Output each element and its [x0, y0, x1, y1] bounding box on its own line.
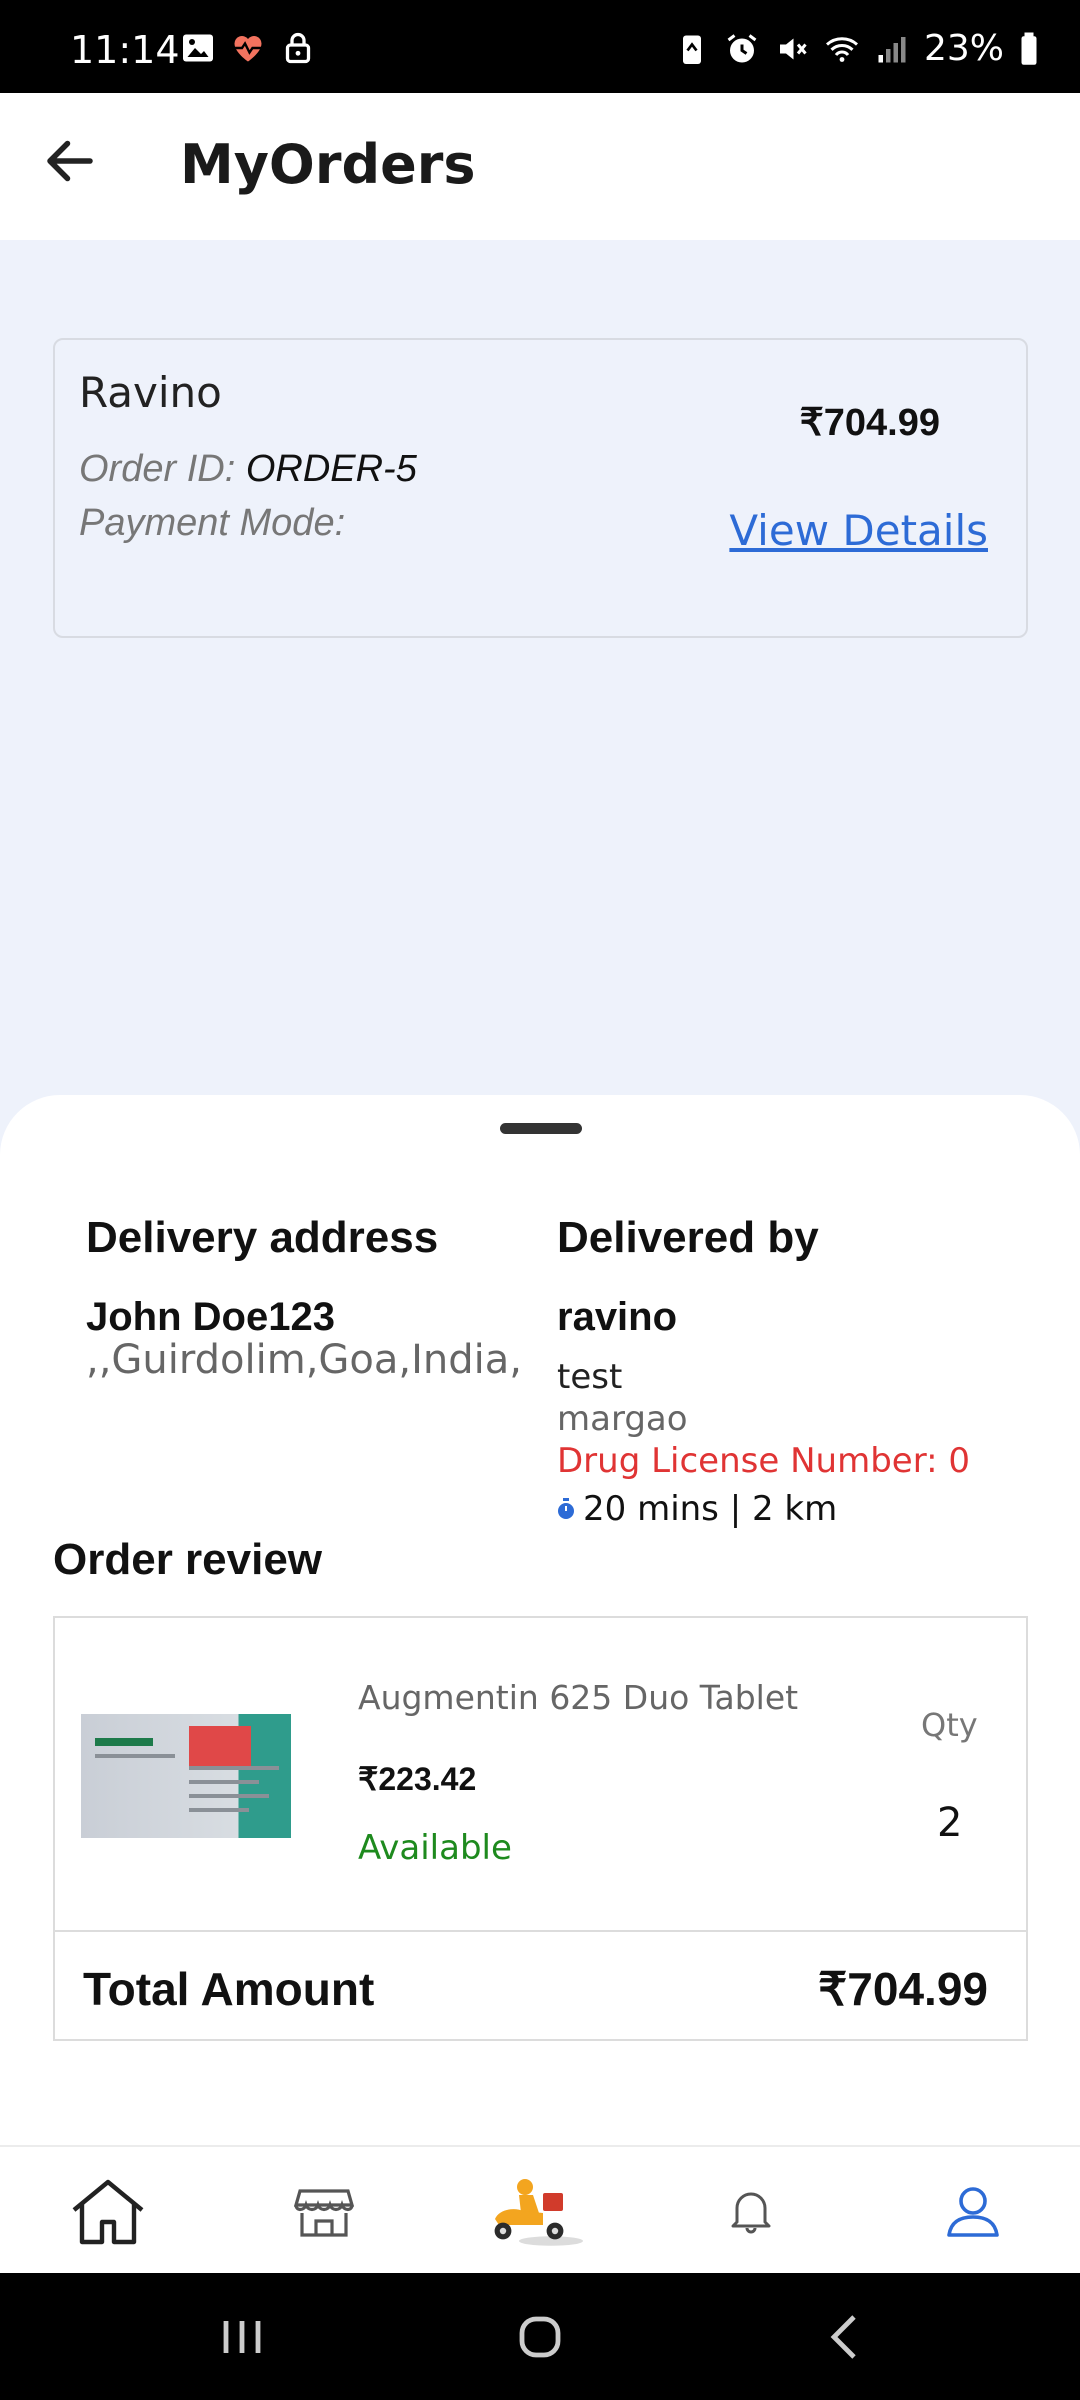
- battery-icon: [1018, 31, 1040, 67]
- total-amount-value: ₹704.99: [818, 1963, 988, 2015]
- arrow-left-icon: [47, 140, 93, 182]
- bell-icon: [731, 2192, 771, 2234]
- home-button[interactable]: [508, 2305, 572, 2369]
- list-item[interactable]: Augmentin 625 Duo Tablet ₹223.42 Availab…: [55, 1618, 1026, 1930]
- order-card[interactable]: Ravino Order ID: ORDER-5 Payment Mode: ₹…: [53, 338, 1028, 638]
- order-review-heading: Order review: [53, 1535, 323, 1584]
- home-icon: [72, 2179, 144, 2245]
- status-left-icons: [180, 30, 316, 66]
- alarm-icon: [724, 31, 760, 67]
- drug-license-number: Drug License Number: 0: [557, 1441, 970, 1481]
- home-circle-icon: [519, 2316, 561, 2358]
- payment-mode-label: Payment Mode:: [79, 502, 346, 544]
- system-back-button[interactable]: [814, 2305, 878, 2369]
- status-bar: 11:14 23%: [0, 0, 1080, 93]
- order-id-row: Order ID: ORDER-5: [79, 448, 417, 491]
- order-price: ₹704.99: [799, 402, 940, 444]
- seller-address-line1: test: [557, 1357, 623, 1397]
- qty-label: Qty: [921, 1706, 978, 1744]
- profile-icon: [947, 2187, 999, 2237]
- store-icon: [294, 2189, 354, 2237]
- battery-saver-icon: [674, 31, 710, 67]
- product-name: Augmentin 625 Duo Tablet: [358, 1678, 799, 1717]
- delivered-by-heading: Delivered by: [557, 1213, 819, 1262]
- total-amount-row: Total Amount ₹704.99: [55, 1930, 1026, 2041]
- back-button[interactable]: [40, 131, 100, 191]
- timer-icon: [557, 1498, 575, 1520]
- nav-store[interactable]: [278, 2147, 370, 2275]
- product-image: [81, 1714, 291, 1838]
- order-details-sheet: Delivery address John Doe123 ,,Guirdolim…: [0, 1095, 1080, 2145]
- status-right: 23%: [674, 28, 1040, 69]
- recent-apps-button[interactable]: [210, 2305, 274, 2369]
- order-id-value: ORDER-5: [245, 448, 417, 490]
- delivery-eta-text: 20 mins | 2 km: [583, 1489, 838, 1529]
- seller-name: ravino: [557, 1295, 678, 1339]
- product-availability: Available: [358, 1828, 512, 1868]
- page-title: MyOrders: [180, 133, 476, 196]
- chevron-left-icon: [830, 2315, 856, 2359]
- delivery-address-heading: Delivery address: [86, 1213, 439, 1262]
- battery-percent: 23%: [923, 28, 1004, 69]
- wifi-icon: [824, 31, 860, 67]
- total-amount-label: Total Amount: [83, 1963, 375, 2015]
- delivery-eta: 20 mins | 2 km: [557, 1489, 837, 1529]
- status-time: 11:14: [70, 28, 180, 72]
- shop-name: Ravino: [79, 368, 222, 417]
- qty-value: 2: [937, 1800, 963, 1846]
- customer-name: John Doe123: [86, 1295, 335, 1339]
- bottom-nav: [0, 2145, 1080, 2273]
- signal-icon: [874, 31, 910, 67]
- recent-apps-icon: [223, 2321, 261, 2353]
- nav-notifications[interactable]: [714, 2147, 788, 2275]
- customer-address: ,,Guirdolim,Goa,India,: [86, 1337, 522, 1383]
- heart-pulse-icon: [230, 30, 266, 66]
- image-icon: [180, 30, 216, 66]
- order-id-label: Order ID:: [79, 448, 246, 490]
- nav-orders[interactable]: [480, 2147, 590, 2275]
- sheet-drag-handle[interactable]: [500, 1123, 582, 1134]
- mute-icon: [774, 31, 810, 67]
- seller-address-line2: margao: [557, 1399, 688, 1439]
- product-price: ₹223.42: [358, 1761, 477, 1797]
- system-navigation-bar: [0, 2273, 1080, 2400]
- order-review-box: Augmentin 625 Duo Tablet ₹223.42 Availab…: [53, 1616, 1028, 2041]
- view-details-link[interactable]: View Details: [729, 506, 988, 555]
- app-bar: MyOrders: [0, 93, 1080, 240]
- lock-icon: [280, 30, 316, 66]
- nav-profile[interactable]: [928, 2147, 1018, 2275]
- delivery-scooter-icon: [494, 2179, 583, 2246]
- nav-home[interactable]: [58, 2147, 158, 2275]
